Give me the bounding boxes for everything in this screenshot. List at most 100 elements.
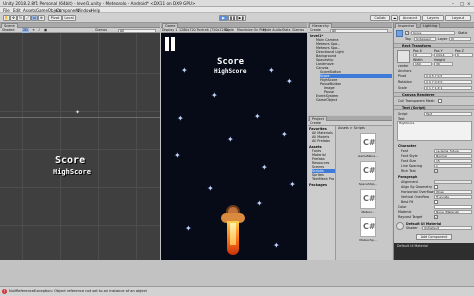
raycast-target-checkbox[interactable]: ✓ [434, 215, 438, 219]
maximize-icon[interactable]: □ [460, 1, 464, 6]
inspector-tab-bar: Inspector Lighting [394, 23, 474, 28]
pos-y-field[interactable]: 244.4 [434, 53, 453, 57]
star-icon: ✦ [256, 199, 263, 208]
shader-dropdown[interactable]: UI/Default [422, 226, 472, 230]
star-icon: ✦ [281, 130, 288, 139]
tag-dropdown[interactable]: Untagged [414, 37, 436, 41]
game-view[interactable]: Game Display 1 1280x720 Portrait (720x12… [161, 23, 307, 260]
game-background: Score HighScore ✦ ✦ ✦ ✦ ✦ ✦ ✦ ✦ ✦ ✦ ✦ ✦ … [161, 33, 307, 260]
script-file-icon[interactable]: C# [360, 161, 376, 181]
add-component-button[interactable]: Add Component [416, 234, 452, 240]
layer-dropdown[interactable]: UI [449, 37, 471, 41]
canvas-outline [0, 117, 160, 118]
star-icon: ✦ [185, 224, 192, 233]
best-fit-checkbox[interactable] [434, 200, 438, 204]
cloud-icon[interactable]: ☁ [391, 15, 398, 21]
account-dropdown[interactable]: Account [399, 15, 421, 21]
script-file-icon[interactable]: C# [360, 133, 376, 153]
local-toggle[interactable]: Local [62, 15, 76, 21]
rect-transform-header[interactable]: Rect Transform [394, 43, 474, 48]
hand-tool-button[interactable]: ✋ [3, 15, 10, 21]
layers-dropdown[interactable]: Layers [422, 15, 444, 21]
best-fit-label: Best Fit [401, 200, 414, 204]
transform-tool-button[interactable]: ⊕ [38, 15, 45, 21]
hierarchy-controls: Create All [308, 28, 392, 33]
pivot-field[interactable]: X 0.5 Y 0.5 [424, 74, 472, 78]
line-spacing-field[interactable]: 1 [434, 164, 472, 168]
anchors-foldout[interactable]: Anchors [398, 69, 411, 73]
audio-icon[interactable]: ♪ [38, 28, 40, 33]
tree-packages[interactable]: Packages [309, 183, 335, 187]
collab-dropdown[interactable]: Collab [370, 15, 390, 21]
font-style-dropdown[interactable]: Normal [434, 154, 472, 158]
scale-field[interactable]: X 1 Y 1 Z 1 [424, 86, 472, 90]
scene-gizmos-dropdown[interactable]: Gizmos [95, 28, 107, 33]
object-name-field[interactable]: Score [411, 31, 455, 35]
hierarchy-create-button[interactable]: Create [310, 28, 321, 33]
shading-dropdown[interactable]: Shaded [2, 28, 14, 33]
close-icon[interactable]: × [467, 1, 471, 6]
rect-tool-button[interactable]: ▭ [31, 15, 38, 21]
script-field[interactable]: Text [424, 112, 472, 116]
hierarchy-search-input[interactable]: All [330, 28, 388, 33]
pos-x-field[interactable]: 0 [413, 53, 432, 57]
character-section-label: Character [398, 144, 417, 148]
height-field[interactable]: 30 [434, 62, 453, 66]
pivot-toggle[interactable]: Pivot [48, 15, 62, 21]
text-content-field[interactable]: HighScore [397, 121, 472, 141]
rotation-field[interactable]: X 0 Y 0 Z 0 [424, 80, 472, 84]
anchor-preset-button[interactable] [397, 50, 410, 63]
minimize-icon[interactable]: – [452, 1, 454, 6]
material-field[interactable]: None (Material) [434, 210, 472, 214]
rotate-tool-button[interactable]: ↻ [17, 15, 24, 21]
scene-search-input[interactable]: All [118, 28, 156, 33]
tree-item[interactable]: All Prefabs [312, 139, 335, 143]
scene-view[interactable]: Scene Shaded 2D ☀ ♪ ▣ Gizmos All ✦ Score… [0, 23, 160, 260]
pause-button[interactable]: ❚❚ [228, 15, 237, 21]
pause-icon[interactable] [165, 37, 169, 51]
tree-item[interactable]: TextMesh Pro [312, 177, 335, 181]
line-spacing-label: Line Spacing [401, 164, 423, 168]
vertical-overflow-label: Vertical Overflow [401, 195, 430, 199]
active-checkbox[interactable]: ✓ [405, 31, 409, 35]
game-score-text: Score [217, 57, 245, 67]
move-tool-button[interactable]: ✥ [10, 15, 17, 21]
font-field[interactable]: ca-tema_future [434, 149, 472, 153]
pause-icon[interactable] [171, 37, 175, 51]
project-path-breadcrumb: Assets > Scripts [338, 126, 365, 130]
main-toolbar: ✋ ✥ ↻ ⤢ ▭ ⊕ Pivot Local ▶ ❚❚ ▶❚ Collab ☁… [0, 13, 474, 23]
width-field[interactable]: 160 [413, 62, 432, 66]
camera-gizmo-icon[interactable]: ✦ [75, 109, 80, 116]
hierarchy-item[interactable]: GameObject [316, 98, 392, 102]
align-by-geometry-checkbox[interactable] [434, 185, 438, 189]
alignment-buttons[interactable] [434, 180, 472, 184]
color-swatch[interactable] [434, 205, 472, 209]
tab-inspector[interactable]: Inspector [395, 23, 418, 28]
pos-z-field[interactable]: 0 [455, 53, 473, 57]
script-file-icon[interactable]: C# [360, 189, 376, 209]
rich-text-label: Rich Text [401, 169, 416, 173]
game-highscore-text: HighScore [214, 68, 247, 75]
scene-score-text[interactable]: Score [55, 155, 85, 166]
canvas-renderer-header[interactable]: Canvas Renderer [394, 92, 474, 97]
cull-mesh-checkbox[interactable] [438, 99, 442, 103]
font-size-field[interactable]: 15 [434, 159, 472, 163]
horizontal-overflow-dropdown[interactable]: Wrap [434, 190, 472, 194]
status-error-message[interactable]: NullReferenceException: Object reference… [9, 289, 147, 293]
light-icon[interactable]: ☀ [32, 28, 35, 33]
vertical-overflow-dropdown[interactable]: Truncate [434, 195, 472, 199]
scale-tool-button[interactable]: ⤢ [24, 15, 31, 21]
layout-dropdown[interactable]: Layout [445, 15, 471, 21]
rich-text-checkbox[interactable]: ✓ [434, 169, 438, 173]
status-bar: ! NullReferenceException: Object referen… [0, 286, 474, 296]
text-component-header[interactable]: Text (Script) [394, 105, 474, 110]
script-file-icon[interactable]: C# [360, 217, 376, 237]
effects-icon[interactable]: ▣ [44, 28, 47, 33]
scene-highscore-text[interactable]: HighScore [53, 168, 91, 176]
tab-lighting[interactable]: Lighting [420, 23, 441, 28]
step-button[interactable]: ▶❚ [237, 15, 246, 21]
play-button[interactable]: ▶ [219, 15, 228, 21]
shader-label: Shader [406, 226, 418, 230]
error-icon: ! [2, 289, 7, 294]
static-toggle[interactable]: Static [458, 31, 467, 35]
